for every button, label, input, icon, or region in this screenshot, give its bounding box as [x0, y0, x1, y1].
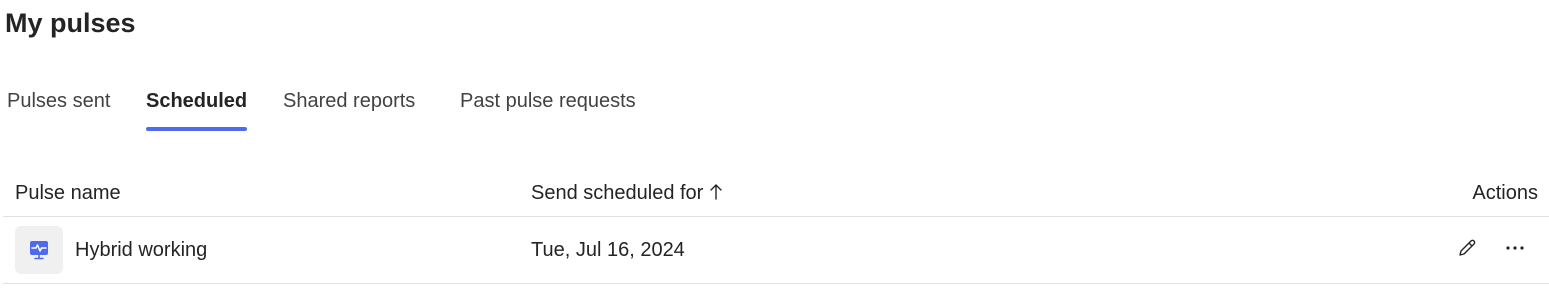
- page-title: My pulses: [5, 8, 136, 38]
- tab-label: Past pulse requests: [460, 90, 636, 112]
- more-options-button[interactable]: [1501, 236, 1529, 264]
- table-header: Pulse name Send scheduled for Actions: [3, 170, 1549, 217]
- edit-button[interactable]: [1453, 236, 1481, 264]
- table-row[interactable]: Hybrid working Tue, Jul 16, 2024: [3, 217, 1549, 284]
- scheduled-pulses-table: Pulse name Send scheduled for Actions Hy…: [3, 170, 1549, 284]
- tab-past-pulse-requests[interactable]: Past pulse requests: [460, 82, 636, 120]
- active-tab-indicator: [146, 127, 248, 131]
- scheduled-date-cell: Tue, Jul 16, 2024: [531, 239, 685, 261]
- column-header-send-scheduled[interactable]: Send scheduled for: [531, 180, 723, 208]
- pulse-name-cell[interactable]: Hybrid working: [75, 237, 207, 263]
- column-header-pulse-name: Pulse name: [15, 180, 121, 206]
- column-header-actions: Actions: [1472, 180, 1538, 206]
- tab-scheduled[interactable]: Scheduled: [146, 82, 248, 131]
- tab-label: Scheduled: [146, 90, 248, 112]
- pulse-monitor-icon: [15, 226, 63, 274]
- column-header-label: Send scheduled for: [531, 182, 704, 204]
- tab-pulses-sent[interactable]: Pulses sent: [7, 82, 110, 120]
- column-header-label: Pulse name: [15, 182, 121, 204]
- tab-label: Pulses sent: [7, 90, 111, 112]
- arrow-up-icon: [709, 182, 723, 208]
- more-options-icon: [1504, 237, 1526, 264]
- tab-label: Shared reports: [283, 90, 416, 112]
- edit-icon: [1456, 237, 1478, 264]
- tab-shared-reports[interactable]: Shared reports: [283, 82, 415, 120]
- column-header-label: Actions: [1472, 182, 1538, 204]
